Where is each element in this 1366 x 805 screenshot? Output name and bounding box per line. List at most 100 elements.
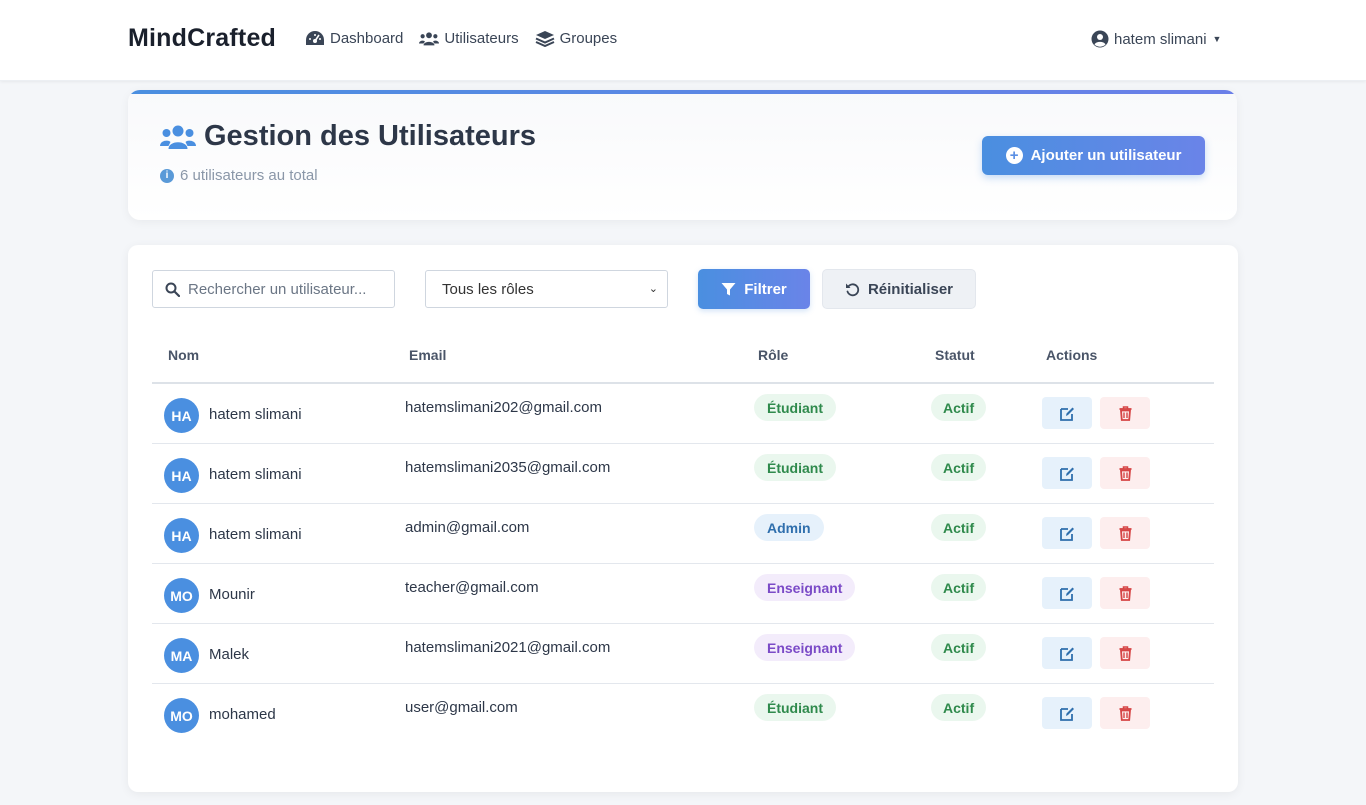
edit-icon <box>1059 707 1074 721</box>
column-header-nom: Nom <box>168 347 200 363</box>
user-name-cell: Mounir <box>209 586 255 603</box>
user-email-cell: teacher@gmail.com <box>405 579 539 596</box>
nav-link-label: Utilisateurs <box>444 30 519 47</box>
header-accent-bar <box>128 90 1237 94</box>
user-name-cell: hatem slimani <box>209 406 302 423</box>
column-header-actions: Actions <box>1046 347 1098 363</box>
table-header: Nom Email Rôle Statut Actions <box>152 333 1214 384</box>
user-name-cell: mohamed <box>209 706 276 723</box>
trash-icon <box>1119 525 1131 541</box>
table-row: MO mohamed user@gmail.com Étudiant Actif <box>152 684 1214 744</box>
role-select-value: Tous les rôles <box>442 280 534 298</box>
delete-button[interactable] <box>1100 517 1150 549</box>
nav-link-label: Dashboard <box>330 30 404 47</box>
delete-button[interactable] <box>1100 577 1150 609</box>
trash-icon <box>1119 405 1131 421</box>
edit-button[interactable] <box>1042 697 1092 729</box>
edit-icon <box>1059 407 1074 421</box>
user-name-cell: Malek <box>209 646 250 663</box>
user-menu-dropdown[interactable]: hatem slimani ▼ <box>1091 30 1221 48</box>
search-field[interactable] <box>152 270 395 308</box>
status-badge: Actif <box>931 454 987 481</box>
page-title: Gestion des Utilisateurs <box>160 120 536 153</box>
edit-button[interactable] <box>1042 637 1092 669</box>
avatar: HA <box>164 398 199 433</box>
table-row: HA hatem slimani admin@gmail.com Admin A… <box>152 504 1214 564</box>
role-badge: Étudiant <box>754 454 836 481</box>
trash-icon <box>1119 465 1131 481</box>
nav-link-utilisateurs[interactable]: Utilisateurs <box>419 30 519 47</box>
delete-button[interactable] <box>1100 637 1150 669</box>
role-badge: Enseignant <box>754 574 856 601</box>
nav-link-dashboard[interactable]: Dashboard <box>305 30 403 47</box>
user-circle-icon <box>1091 30 1109 48</box>
plus-circle-icon: + <box>1005 147 1023 164</box>
role-badge: Étudiant <box>754 694 836 721</box>
page-title-text: Gestion des Utilisateurs <box>204 120 536 152</box>
user-name: hatem slimani <box>1114 30 1207 48</box>
filter-button-label: Filtrer <box>744 280 787 298</box>
user-email-cell: hatemslimani2021@gmail.com <box>405 639 611 656</box>
edit-button[interactable] <box>1042 517 1092 549</box>
trash-icon <box>1119 705 1131 721</box>
column-header-statut: Statut <box>935 347 975 363</box>
avatar: MO <box>164 578 199 613</box>
nav-link-groupes[interactable]: Groupes <box>535 30 618 47</box>
layers-icon <box>535 31 554 47</box>
status-badge: Actif <box>931 394 987 421</box>
user-count: i 6 utilisateurs au total <box>160 167 318 184</box>
table-row: MA Malek hatemslimani2021@gmail.com Ense… <box>152 624 1214 684</box>
table-row: MO Mounir teacher@gmail.com Enseignant A… <box>152 564 1214 624</box>
edit-icon <box>1059 527 1074 541</box>
avatar: HA <box>164 458 199 493</box>
add-user-label: Ajouter un utilisateur <box>1030 147 1182 164</box>
role-badge: Étudiant <box>754 394 836 421</box>
page-header-card: Gestion des Utilisateurs i 6 utilisateur… <box>128 90 1237 220</box>
edit-icon <box>1059 587 1074 601</box>
role-badge: Enseignant <box>754 634 856 661</box>
filter-icon <box>721 282 736 295</box>
edit-button[interactable] <box>1042 397 1092 429</box>
edit-button[interactable] <box>1042 457 1092 489</box>
trash-icon <box>1119 585 1131 601</box>
edit-icon <box>1059 467 1074 481</box>
user-name-cell: hatem slimani <box>209 526 302 543</box>
reset-button-label: Réinitialiser <box>867 280 954 298</box>
status-badge: Actif <box>931 574 987 601</box>
status-badge: Actif <box>931 514 987 541</box>
search-input[interactable] <box>188 280 378 298</box>
nav-links: Dashboard Utilisateurs Groupes <box>305 30 617 47</box>
caret-down-icon: ▼ <box>1212 34 1222 44</box>
column-header-email: Email <box>409 347 447 363</box>
avatar: MA <box>164 638 199 673</box>
delete-button[interactable] <box>1100 457 1150 489</box>
brand-logo[interactable]: MindCrafted <box>128 24 276 53</box>
user-email-cell: hatemslimani2035@gmail.com <box>405 459 611 476</box>
chevron-down-icon: ⌄ <box>648 283 658 295</box>
search-icon <box>165 282 180 297</box>
filter-button[interactable]: Filtrer <box>698 269 810 309</box>
trash-icon <box>1119 645 1131 661</box>
column-header-role: Rôle <box>758 347 789 363</box>
reset-button[interactable]: Réinitialiser <box>822 269 976 309</box>
user-email-cell: hatemslimani202@gmail.com <box>405 399 602 416</box>
info-icon: i <box>160 168 174 183</box>
delete-button[interactable] <box>1100 397 1150 429</box>
user-email-cell: user@gmail.com <box>405 699 518 716</box>
role-badge: Admin <box>754 514 824 541</box>
delete-button[interactable] <box>1100 697 1150 729</box>
add-user-button[interactable]: + Ajouter un utilisateur <box>982 136 1205 175</box>
avatar: MO <box>164 698 199 733</box>
undo-icon <box>845 282 860 296</box>
nav-link-label: Groupes <box>559 30 618 47</box>
user-count-text: 6 utilisateurs au total <box>180 167 318 184</box>
tachometer-icon <box>306 31 324 45</box>
user-name-cell: hatem slimani <box>209 466 302 483</box>
table-row: HA hatem slimani hatemslimani202@gmail.c… <box>152 384 1214 444</box>
status-badge: Actif <box>931 694 987 721</box>
edit-button[interactable] <box>1042 577 1092 609</box>
users-table: Nom Email Rôle Statut Actions HA hatem s… <box>152 333 1214 744</box>
role-select[interactable]: Tous les rôles ⌄ <box>425 270 668 308</box>
users-icon <box>419 32 440 46</box>
edit-icon <box>1059 647 1074 661</box>
